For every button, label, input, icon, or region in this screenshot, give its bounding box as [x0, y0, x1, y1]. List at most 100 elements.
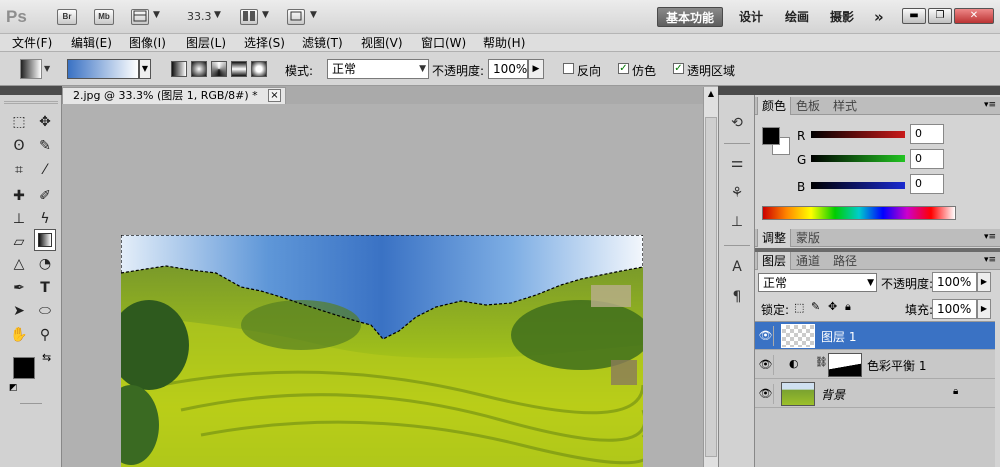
- opacity-slider-button[interactable]: ▶: [977, 272, 991, 292]
- mini-bridge-button[interactable]: Mb: [94, 9, 114, 25]
- link-icon[interactable]: ⛓: [815, 357, 828, 368]
- mode-select[interactable]: 正常 ▼: [327, 59, 429, 79]
- layer-row[interactable]: 👁︎ 图层 1: [755, 322, 995, 350]
- tab-color[interactable]: 颜色: [757, 97, 792, 115]
- history-brush-tool-icon[interactable]: ϟ: [34, 208, 56, 230]
- bridge-button[interactable]: Br: [57, 9, 77, 25]
- g-slider[interactable]: [811, 155, 905, 162]
- tab-styles[interactable]: 样式: [829, 97, 861, 115]
- hand-tool-icon[interactable]: ✋: [8, 324, 30, 346]
- fill-slider-button[interactable]: ▶: [977, 299, 991, 319]
- lock-transparency-icon[interactable]: ⬚: [794, 301, 804, 314]
- blend-mode-select[interactable]: 正常 ▼: [758, 273, 877, 292]
- tab-adjustments[interactable]: 调整: [757, 229, 792, 247]
- quick-selection-tool-icon[interactable]: ✎: [34, 135, 56, 157]
- vertical-scrollbar[interactable]: ▲: [703, 87, 718, 467]
- marquee-tool-icon[interactable]: ⬚: [8, 111, 30, 133]
- eraser-tool-icon[interactable]: ▱: [8, 231, 30, 253]
- visibility-eye-icon[interactable]: 👁︎: [758, 355, 774, 375]
- layer-opacity-input[interactable]: 100%: [932, 272, 977, 292]
- fill-input[interactable]: 100%: [932, 299, 977, 319]
- default-colors-icon[interactable]: ◩: [9, 383, 18, 393]
- clone-stamp-tool-icon[interactable]: ⊥: [8, 208, 30, 230]
- layer-row[interactable]: 👁︎ ◐ ⛓ 色彩平衡 1: [755, 351, 995, 379]
- gradient-tool-icon[interactable]: [34, 229, 56, 251]
- layer-mask-thumbnail[interactable]: [828, 353, 862, 377]
- tab-layers[interactable]: 图层: [757, 252, 792, 270]
- r-slider[interactable]: [811, 131, 905, 138]
- layer-name[interactable]: 背景: [821, 386, 845, 403]
- tab-channels[interactable]: 通道: [792, 252, 824, 270]
- chevron-down-icon[interactable]: ▼: [310, 10, 317, 20]
- lock-position-icon[interactable]: ✥: [828, 300, 837, 313]
- opacity-input[interactable]: 100%: [488, 59, 528, 79]
- clone-source-panel-icon[interactable]: ⊥: [727, 212, 747, 232]
- document-tab[interactable]: 2.jpg @ 33.3% (图层 1, RGB/8#) * ×: [62, 87, 286, 104]
- panel-dock-header[interactable]: [718, 86, 1000, 95]
- angle-gradient-button[interactable]: [211, 61, 227, 77]
- layer-name[interactable]: 色彩平衡 1: [867, 357, 926, 374]
- restore-button[interactable]: ❐: [928, 8, 952, 24]
- opacity-slider-button[interactable]: ▶: [528, 59, 544, 79]
- tab-paths[interactable]: 路径: [829, 252, 861, 270]
- layer-name[interactable]: 图层 1: [821, 328, 856, 345]
- workspace-photography-button[interactable]: 摄影: [822, 7, 862, 27]
- arrange-documents-button[interactable]: [240, 9, 258, 25]
- panel-menu-icon[interactable]: ▾≡: [984, 255, 996, 265]
- radial-gradient-button[interactable]: [191, 61, 207, 77]
- dither-checkbox[interactable]: ✓: [618, 63, 629, 74]
- chevron-down-icon[interactable]: ▼: [153, 10, 160, 20]
- scrollbar-thumb[interactable]: [705, 117, 717, 457]
- zoom-level[interactable]: 33.3: [187, 10, 212, 23]
- tab-masks[interactable]: 蒙版: [792, 229, 824, 247]
- visibility-eye-icon[interactable]: 👁︎: [758, 384, 774, 404]
- reflected-gradient-button[interactable]: [231, 61, 247, 77]
- menu-layer[interactable]: 图层(L): [186, 35, 226, 51]
- menu-view[interactable]: 视图(V): [361, 35, 403, 51]
- minimize-button[interactable]: ▬: [902, 8, 926, 24]
- r-value-input[interactable]: 0: [910, 124, 944, 144]
- close-window-button[interactable]: ✕: [954, 8, 994, 24]
- paragraph-panel-icon[interactable]: ¶: [727, 287, 747, 307]
- visibility-eye-icon[interactable]: 👁︎: [758, 326, 774, 346]
- layer-row[interactable]: 👁︎ 背景 🔒︎: [755, 380, 995, 408]
- eyedropper-tool-icon[interactable]: ⁄: [34, 159, 56, 181]
- menu-file[interactable]: 文件(F): [12, 35, 52, 51]
- g-value-input[interactable]: 0: [910, 149, 944, 169]
- lasso-tool-icon[interactable]: ʘ: [8, 135, 30, 157]
- panel-menu-icon[interactable]: ▾≡: [984, 232, 996, 242]
- view-extras-button[interactable]: [131, 9, 149, 25]
- tool-preset-picker[interactable]: [20, 59, 42, 79]
- chevron-down-icon[interactable]: ▼: [262, 10, 269, 20]
- gradient-picker[interactable]: [67, 59, 139, 79]
- history-panel-icon[interactable]: ⟲: [727, 113, 747, 133]
- foreground-color-swatch[interactable]: [13, 357, 35, 379]
- type-tool-icon[interactable]: T: [34, 277, 56, 299]
- healing-brush-tool-icon[interactable]: ✚: [8, 185, 30, 207]
- toolbox-grip[interactable]: [4, 101, 58, 104]
- color-ramp[interactable]: [762, 206, 956, 220]
- lock-all-icon[interactable]: 🔒︎: [845, 300, 851, 314]
- lock-pixels-icon[interactable]: ✎: [811, 300, 820, 313]
- linear-gradient-button[interactable]: [171, 61, 187, 77]
- chevron-down-icon[interactable]: ▼: [44, 64, 50, 73]
- document-image[interactable]: [121, 235, 643, 467]
- swap-colors-icon[interactable]: ⇆: [42, 351, 51, 364]
- close-tab-icon[interactable]: ×: [268, 89, 281, 102]
- scroll-up-icon[interactable]: ▲: [705, 89, 717, 99]
- character-panel-icon[interactable]: A: [727, 257, 747, 277]
- path-selection-tool-icon[interactable]: ➤: [8, 300, 30, 322]
- brush-tool-icon[interactable]: ✐: [34, 185, 56, 207]
- menu-help[interactable]: 帮助(H): [483, 35, 525, 51]
- menu-image[interactable]: 图像(I): [129, 35, 166, 51]
- menu-select[interactable]: 选择(S): [244, 35, 285, 51]
- toolbox-header[interactable]: [0, 86, 62, 95]
- gradient-dropdown[interactable]: ▼: [139, 59, 151, 79]
- move-tool-icon[interactable]: ✥: [34, 111, 56, 133]
- menu-window[interactable]: 窗口(W): [421, 35, 466, 51]
- workspace-design-button[interactable]: 设计: [731, 7, 771, 27]
- tab-swatches[interactable]: 色板: [792, 97, 824, 115]
- b-value-input[interactable]: 0: [910, 174, 944, 194]
- menu-edit[interactable]: 编辑(E): [71, 35, 112, 51]
- more-workspaces-button[interactable]: »: [866, 7, 892, 27]
